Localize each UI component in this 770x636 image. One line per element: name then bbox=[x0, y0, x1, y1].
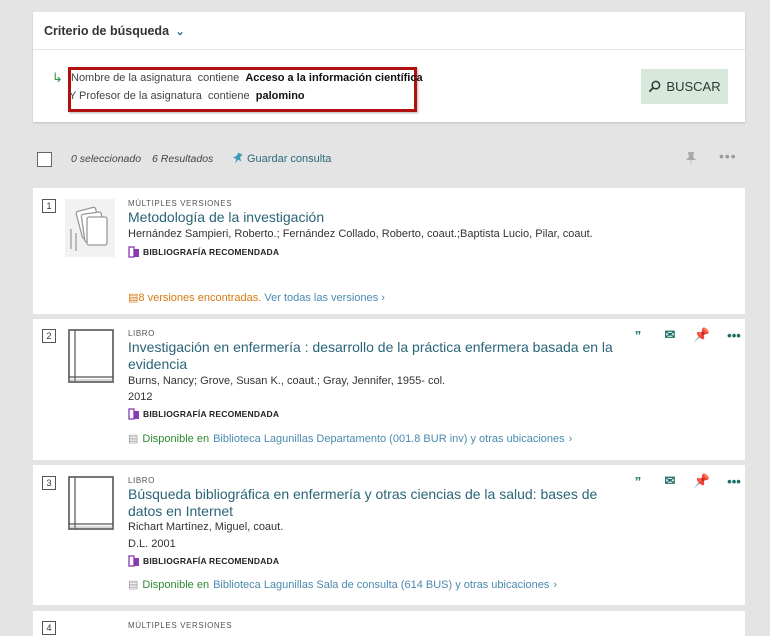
result-year: D.L. 2001 bbox=[128, 538, 176, 550]
criteria-line-1: Nombre de la asignatura contiene Acceso … bbox=[71, 72, 423, 84]
recommended-icon bbox=[128, 246, 139, 258]
result-number: 3 bbox=[42, 476, 56, 490]
results-count: 6 Resultados bbox=[152, 153, 214, 165]
result-authors: Richart Martínez, Miguel, coaut. bbox=[128, 521, 284, 533]
result-title[interactable]: Búsqueda bibliográfica en enfermería y o… bbox=[128, 486, 618, 520]
availability[interactable]: ▤ Disponible en Biblioteca Lagunillas Sa… bbox=[128, 578, 558, 592]
result-number: 2 bbox=[42, 329, 56, 343]
result-actions: ” ✉ 📌 ••• bbox=[629, 473, 743, 489]
result-authors: Burns, Nancy; Grove, Susan K., coaut.; G… bbox=[128, 375, 446, 387]
result-type: LIBRO bbox=[128, 329, 156, 338]
selected-count: 0 seleccionado bbox=[71, 153, 142, 165]
availability-status: Disponible en bbox=[142, 578, 210, 591]
more-icon[interactable]: ••• bbox=[725, 328, 743, 343]
versions-found: 8 versiones encontradas. bbox=[138, 292, 262, 304]
email-icon[interactable]: ✉ bbox=[661, 473, 679, 489]
more-icon[interactable]: ••• bbox=[719, 148, 737, 164]
result-year: 2012 bbox=[128, 391, 153, 403]
criteria-joiner: Y bbox=[69, 90, 77, 102]
criteria-1-field: Nombre de la asignatura bbox=[71, 72, 192, 84]
all-versions-link[interactable]: Ver todas las versiones bbox=[264, 292, 378, 304]
email-icon[interactable]: ✉ bbox=[661, 327, 679, 343]
pin-icon[interactable] bbox=[685, 152, 697, 166]
availability[interactable]: ▤ Disponible en Biblioteca Lagunillas De… bbox=[128, 432, 573, 446]
search-icon bbox=[649, 80, 661, 93]
biblio-badge: BIBLIOGRAFÍA RECOMENDADA bbox=[128, 555, 279, 567]
versions-icon: ▤ bbox=[128, 292, 139, 304]
availability-status: Disponible en bbox=[142, 432, 210, 445]
book-thumbnail-icon bbox=[68, 476, 114, 530]
recommended-icon bbox=[128, 555, 139, 567]
pin-icon[interactable]: 📌 bbox=[693, 327, 711, 343]
result-card-2: 2 LIBRO Investigación en enfermería : de… bbox=[33, 319, 745, 460]
result-authors: Hernández Sampieri, Roberto.; Fernández … bbox=[128, 228, 593, 240]
book-icon: ▤ bbox=[128, 433, 139, 445]
search-criteria-title: Criterio de búsqueda bbox=[44, 24, 170, 38]
biblio-badge: BIBLIOGRAFÍA RECOMENDADA bbox=[128, 408, 279, 420]
quote-icon[interactable]: ” bbox=[629, 328, 647, 343]
result-actions: ” ✉ 📌 ••• bbox=[629, 327, 743, 343]
chevron-right-icon: › bbox=[381, 292, 385, 304]
book-thumbnail-icon bbox=[68, 329, 114, 383]
criteria-2-field: Profesor de la asignatura bbox=[79, 90, 202, 102]
chevron-right-icon: › bbox=[553, 578, 558, 591]
search-button-label: BUSCAR bbox=[666, 79, 721, 94]
versions-thumbnail-icon bbox=[65, 199, 115, 257]
biblio-label: BIBLIOGRAFÍA RECOMENDADA bbox=[143, 409, 280, 419]
result-number: 4 bbox=[42, 621, 56, 635]
save-query-button[interactable]: Guardar consulta bbox=[231, 152, 331, 165]
search-button[interactable]: BUSCAR bbox=[641, 69, 728, 104]
more-icon[interactable]: ••• bbox=[725, 474, 743, 489]
result-type: LIBRO bbox=[128, 476, 156, 485]
pin-icon[interactable]: 📌 bbox=[693, 473, 711, 489]
search-criteria-header[interactable]: Criterio de búsqueda ⌄ bbox=[33, 12, 745, 50]
availability-location[interactable]: Biblioteca Lagunillas Departamento (001.… bbox=[213, 433, 565, 445]
result-number: 1 bbox=[42, 199, 56, 213]
criteria-2-value: palomino bbox=[255, 90, 305, 102]
criteria-line-2: Profesor de la asignatura contiene palom… bbox=[79, 90, 305, 102]
book-icon: ▤ bbox=[128, 579, 139, 591]
versions-info[interactable]: ▤8 versiones encontradas. Ver todas las … bbox=[128, 291, 385, 304]
biblio-label: BIBLIOGRAFÍA RECOMENDADA bbox=[143, 556, 280, 566]
pin-icon bbox=[232, 152, 243, 164]
biblio-label: BIBLIOGRAFÍA RECOMENDADA bbox=[143, 247, 280, 257]
criteria-2-op: contiene bbox=[208, 90, 250, 102]
arrow-icon: ↳ bbox=[52, 70, 63, 85]
criteria-1-op: contiene bbox=[197, 72, 240, 84]
availability-location[interactable]: Biblioteca Lagunillas Sala de consulta (… bbox=[213, 579, 549, 591]
search-panel: Criterio de búsqueda ⌄ ↳ Nombre de la as… bbox=[33, 12, 745, 122]
save-query-label: Guardar consulta bbox=[247, 152, 332, 165]
result-card-4: 4 MÚLTIPLES VERSIONES bbox=[33, 611, 745, 636]
result-type: MÚLTIPLES VERSIONES bbox=[128, 621, 233, 630]
quote-icon[interactable]: ” bbox=[629, 474, 647, 489]
result-card-3: 3 LIBRO Búsqueda bibliográfica en enferm… bbox=[33, 465, 745, 605]
result-title[interactable]: Investigación en enfermería : desarrollo… bbox=[128, 339, 618, 373]
criteria-1-value: Acceso a la información científica bbox=[245, 72, 423, 84]
result-type: MÚLTIPLES VERSIONES bbox=[128, 199, 233, 208]
chevron-right-icon: › bbox=[568, 432, 573, 445]
chevron-down-icon[interactable]: ⌄ bbox=[176, 26, 185, 38]
select-all-checkbox[interactable] bbox=[37, 152, 52, 167]
results-toolbar: 0 seleccionado 6 Resultados Guardar cons… bbox=[0, 140, 770, 180]
result-card-1: 1 MÚLTIPLES VERSIONES Metodología de la … bbox=[33, 188, 745, 314]
recommended-icon bbox=[128, 408, 139, 420]
result-title[interactable]: Metodología de la investigación bbox=[128, 209, 618, 226]
biblio-badge: BIBLIOGRAFÍA RECOMENDADA bbox=[128, 246, 279, 258]
